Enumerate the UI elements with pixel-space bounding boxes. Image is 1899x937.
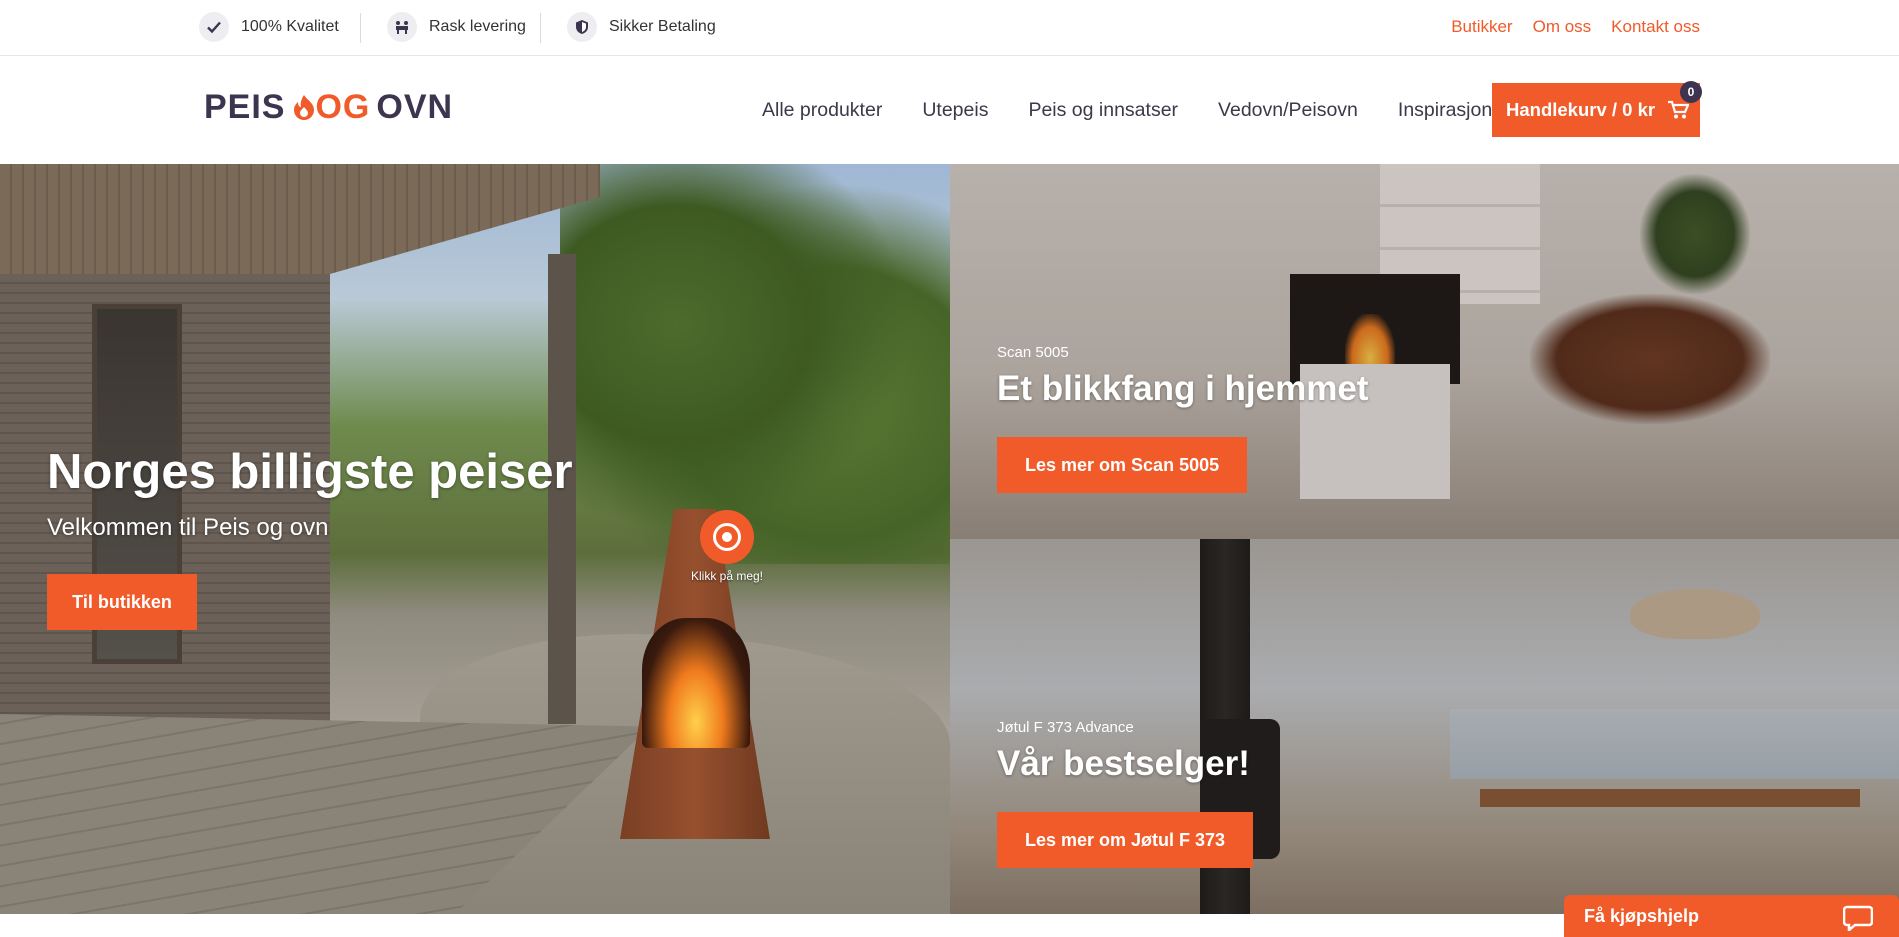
link-stores[interactable]: Butikker	[1451, 17, 1512, 37]
panel-pretitle: Scan 5005	[997, 344, 1069, 361]
nav-wood-stoves[interactable]: Vedovn/Peisovn	[1218, 99, 1358, 122]
help-label: Få kjøpshjelp	[1584, 905, 1700, 926]
read-more-scan-button[interactable]: Les mer om Scan 5005	[997, 437, 1248, 493]
main-nav: Alle produkter Utepeis Peis og innsatser…	[762, 99, 1532, 122]
logo-part1: PEIS	[204, 87, 286, 126]
panel-title: Et blikkfang i hjemmet	[997, 369, 1369, 408]
main-header: PEIS OG OVN Alle produkter Utepeis Peis …	[0, 57, 1899, 164]
hero-title: Norges billigste peiser	[47, 445, 573, 499]
link-about[interactable]: Om oss	[1533, 17, 1592, 37]
cart-label: Handlekurv / 0 kr	[1506, 99, 1656, 120]
chat-icon	[1843, 905, 1873, 931]
read-more-jotul-button[interactable]: Les mer om Jøtul F 373	[997, 812, 1254, 868]
logo-part3: OVN	[376, 87, 454, 126]
nav-outdoor-fireplace[interactable]: Utepeis	[922, 99, 988, 122]
cart-count-badge: 0	[1680, 81, 1702, 103]
logo[interactable]: PEIS OG OVN	[204, 87, 453, 127]
hero-banner: Norges billigste peiser Velkommen til Pe…	[0, 164, 950, 914]
hero-image-fire	[642, 618, 750, 748]
usp-label: Rask levering	[429, 18, 526, 35]
target-icon	[713, 523, 741, 551]
cart-icon	[1668, 100, 1690, 119]
top-bar: 100% Kvalitet Rask levering Sikker Betal…	[0, 0, 1899, 56]
panel-pretitle: Jøtul F 373 Advance	[997, 719, 1134, 736]
usp-delivery: Rask levering	[387, 12, 526, 42]
hero-image-roof	[0, 164, 600, 274]
usp-label: Sikker Betaling	[609, 18, 716, 35]
hotspot-label: Klikk på meg!	[690, 569, 764, 583]
nav-all-products[interactable]: Alle produkter	[762, 99, 882, 122]
purchase-help-widget[interactable]: Få kjøpshjelp	[1564, 895, 1899, 937]
hero-subtitle: Velkommen til Peis og ovn	[47, 514, 329, 541]
nav-inspiration[interactable]: Inspirasjon	[1398, 99, 1492, 122]
promo-panel-scan: Scan 5005 Et blikkfang i hjemmet Les mer…	[950, 164, 1899, 539]
usp-label: 100% Kvalitet	[241, 18, 339, 35]
top-links: Butikker Om oss Kontakt oss	[1451, 17, 1700, 37]
link-contact[interactable]: Kontakt oss	[1611, 17, 1700, 37]
hero-image-trees	[560, 164, 950, 564]
usp-quality: 100% Kvalitet	[199, 12, 339, 42]
logo-part2: OG	[315, 87, 371, 126]
divider	[360, 13, 361, 43]
panel-title: Vår bestselger!	[997, 744, 1250, 783]
promo-panel-jotul: Jøtul F 373 Advance Vår bestselger! Les …	[950, 539, 1899, 914]
shop-button[interactable]: Til butikken	[47, 574, 197, 630]
usp-payment: Sikker Betaling	[567, 12, 716, 42]
cart-button[interactable]: Handlekurv / 0 kr 0	[1492, 81, 1702, 137]
divider	[540, 13, 541, 43]
product-hotspot[interactable]	[700, 510, 754, 564]
logo-og: OG	[291, 88, 370, 127]
check-icon	[199, 12, 229, 42]
delivery-icon	[387, 12, 417, 42]
nav-fireplaces-inserts[interactable]: Peis og innsatser	[1028, 99, 1178, 122]
flame-icon	[294, 95, 315, 120]
shield-icon	[567, 12, 597, 42]
